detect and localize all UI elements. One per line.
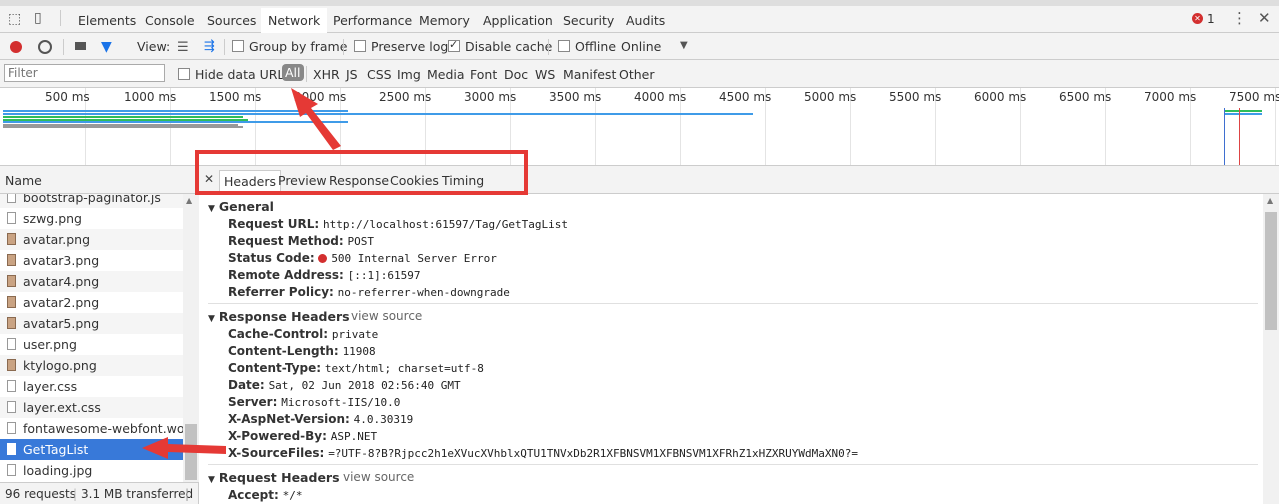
- annotation-arrows: [142, 88, 341, 459]
- annotation-arrow-left: [142, 437, 226, 459]
- annotation-arrow-up: [291, 88, 341, 150]
